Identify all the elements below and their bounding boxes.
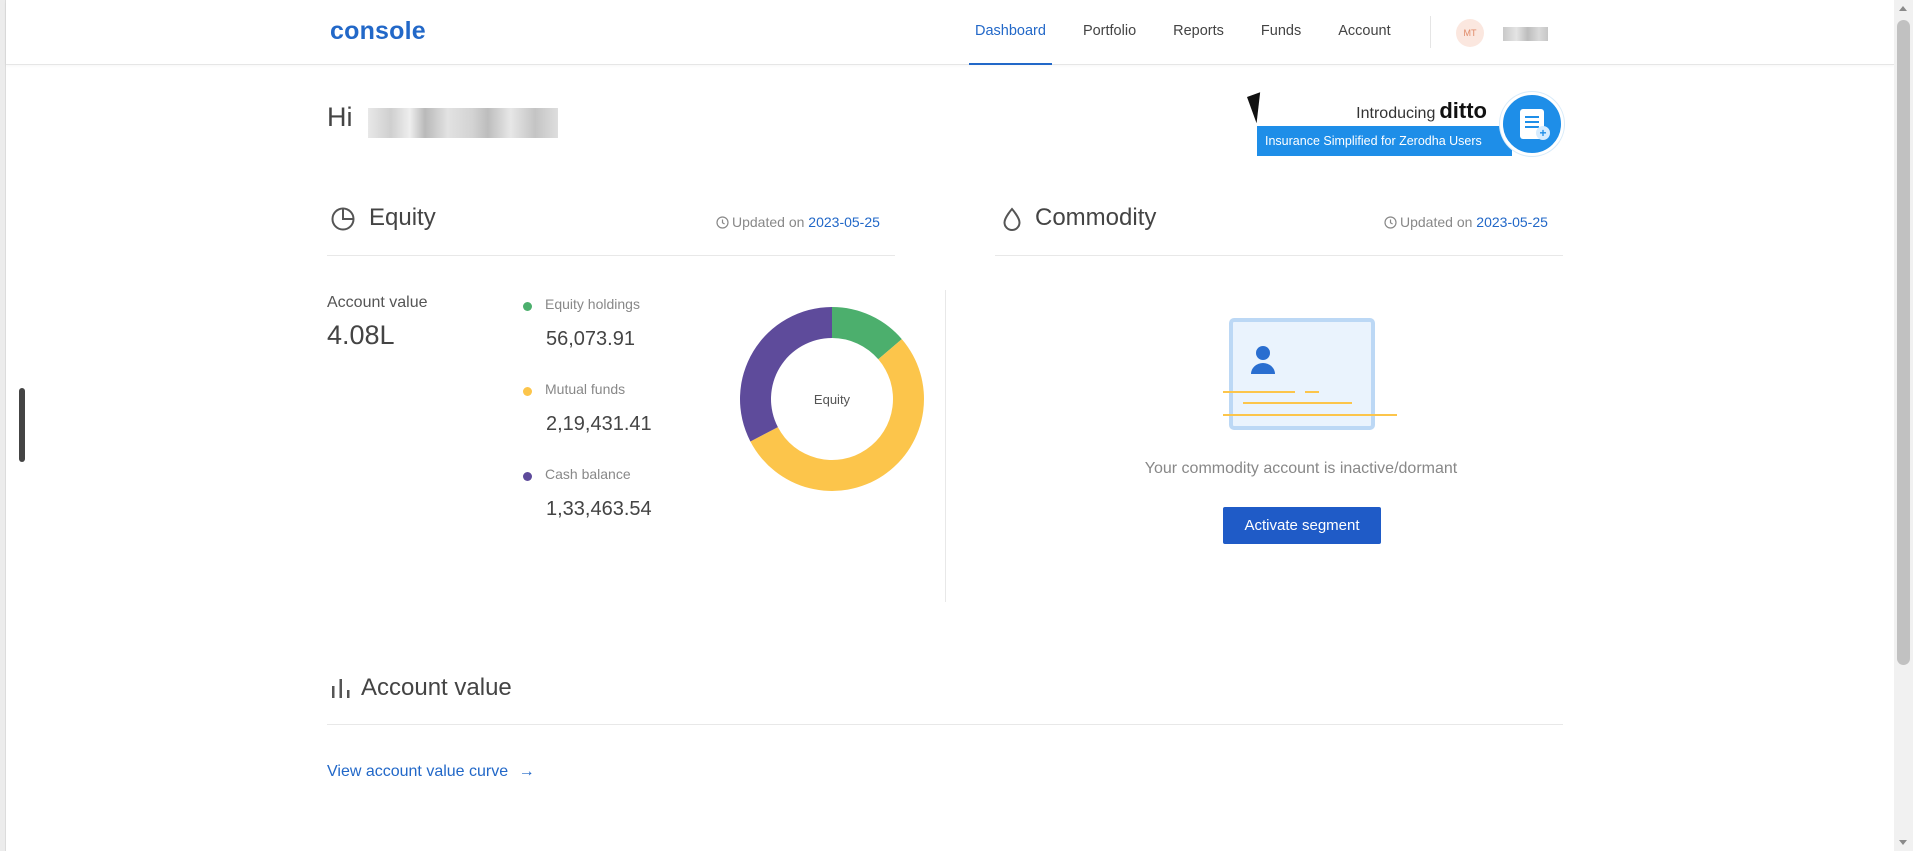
user-name-redacted[interactable] <box>1503 27 1548 41</box>
commodity-updated: Updated on 2023-05-25 <box>1384 214 1548 232</box>
arrow-right-icon: → <box>518 763 535 780</box>
legend-dot <box>523 302 532 311</box>
bar-chart-icon <box>330 676 352 707</box>
equity-updated: Updated on 2023-05-25 <box>716 214 880 232</box>
nav-funds[interactable]: Funds <box>1255 0 1307 65</box>
equity-updated-date: 2023-05-25 <box>808 214 880 230</box>
ditto-intro-text: Introducing <box>1356 105 1436 122</box>
legend-label: Mutual funds <box>545 381 626 397</box>
nav-dashboard[interactable]: Dashboard <box>969 0 1052 65</box>
main-nav: Dashboard Portfolio Reports Funds Accoun… <box>969 0 1422 65</box>
scrollbar-thumb[interactable] <box>1897 20 1910 665</box>
legend-value: 56,073.91 <box>546 328 635 350</box>
vertical-scrollbar[interactable] <box>1894 0 1913 851</box>
pie-chart-icon <box>330 206 356 237</box>
legend-dot <box>523 472 532 481</box>
drop-icon <box>1000 206 1024 237</box>
account-value-divider <box>327 724 1563 725</box>
commodity-status-text: Your commodity account is inactive/dorma… <box>1144 460 1458 477</box>
user-avatar[interactable]: MT <box>1456 19 1484 47</box>
legend-label: Cash balance <box>545 466 631 482</box>
top-navigation-bar: console Dashboard Portfolio Reports Fund… <box>6 0 1894 65</box>
section-vertical-divider <box>945 290 946 602</box>
ditto-intro: Introducing ditto <box>1356 98 1487 124</box>
view-account-value-curve-link[interactable]: View account value curve → <box>327 763 535 781</box>
commodity-updated-date: 2023-05-25 <box>1476 214 1548 230</box>
activate-segment-button[interactable]: Activate segment <box>1223 507 1381 544</box>
window-left-edge <box>0 0 6 851</box>
account-value-label: Account value <box>327 294 428 311</box>
ditto-brand: ditto <box>1439 98 1487 123</box>
left-resize-handle[interactable] <box>19 388 25 462</box>
legend-value: 2,19,431.41 <box>546 413 652 435</box>
scroll-up-arrow-icon[interactable] <box>1899 6 1907 11</box>
account-value-title: Account value <box>361 674 512 701</box>
greeting-text: Hi <box>327 102 353 132</box>
nav-reports[interactable]: Reports <box>1167 0 1230 65</box>
nav-account[interactable]: Account <box>1332 0 1396 65</box>
ditto-banner[interactable]: Introducing ditto Insurance Simplified fo… <box>1257 92 1564 158</box>
clock-icon <box>1384 216 1397 232</box>
clock-icon <box>716 216 729 232</box>
equity-title: Equity <box>369 204 436 231</box>
commodity-divider <box>995 255 1563 256</box>
commodity-updated-prefix: Updated on <box>1400 214 1473 230</box>
legend-dot <box>523 387 532 396</box>
user-fullname-redacted <box>368 108 558 138</box>
commodity-section-header: Commodity <box>1000 200 1400 240</box>
console-logo[interactable]: console <box>330 17 426 46</box>
donut-segment-cash-balance[interactable] <box>740 307 832 442</box>
commodity-title: Commodity <box>1035 204 1157 231</box>
donut-center-label: Equity <box>814 392 851 407</box>
equity-donut-chart[interactable]: Equity <box>737 304 927 494</box>
nav-portfolio[interactable]: Portfolio <box>1077 0 1142 65</box>
nav-divider <box>1430 16 1431 48</box>
legend-value: 1,33,463.54 <box>546 498 652 520</box>
account-value-section-header: Account value <box>330 670 730 710</box>
inactive-account-illustration-icon <box>1223 318 1397 430</box>
scroll-down-arrow-icon[interactable] <box>1899 840 1907 845</box>
equity-divider <box>327 255 895 256</box>
equity-updated-prefix: Updated on <box>732 214 805 230</box>
legend-label: Equity holdings <box>545 296 640 312</box>
ditto-document-icon: + <box>1500 92 1564 156</box>
view-curve-text: View account value curve <box>327 763 509 780</box>
account-value: 4.08L <box>327 320 395 350</box>
ditto-tagline: Insurance Simplified for Zerodha Users <box>1257 126 1512 156</box>
